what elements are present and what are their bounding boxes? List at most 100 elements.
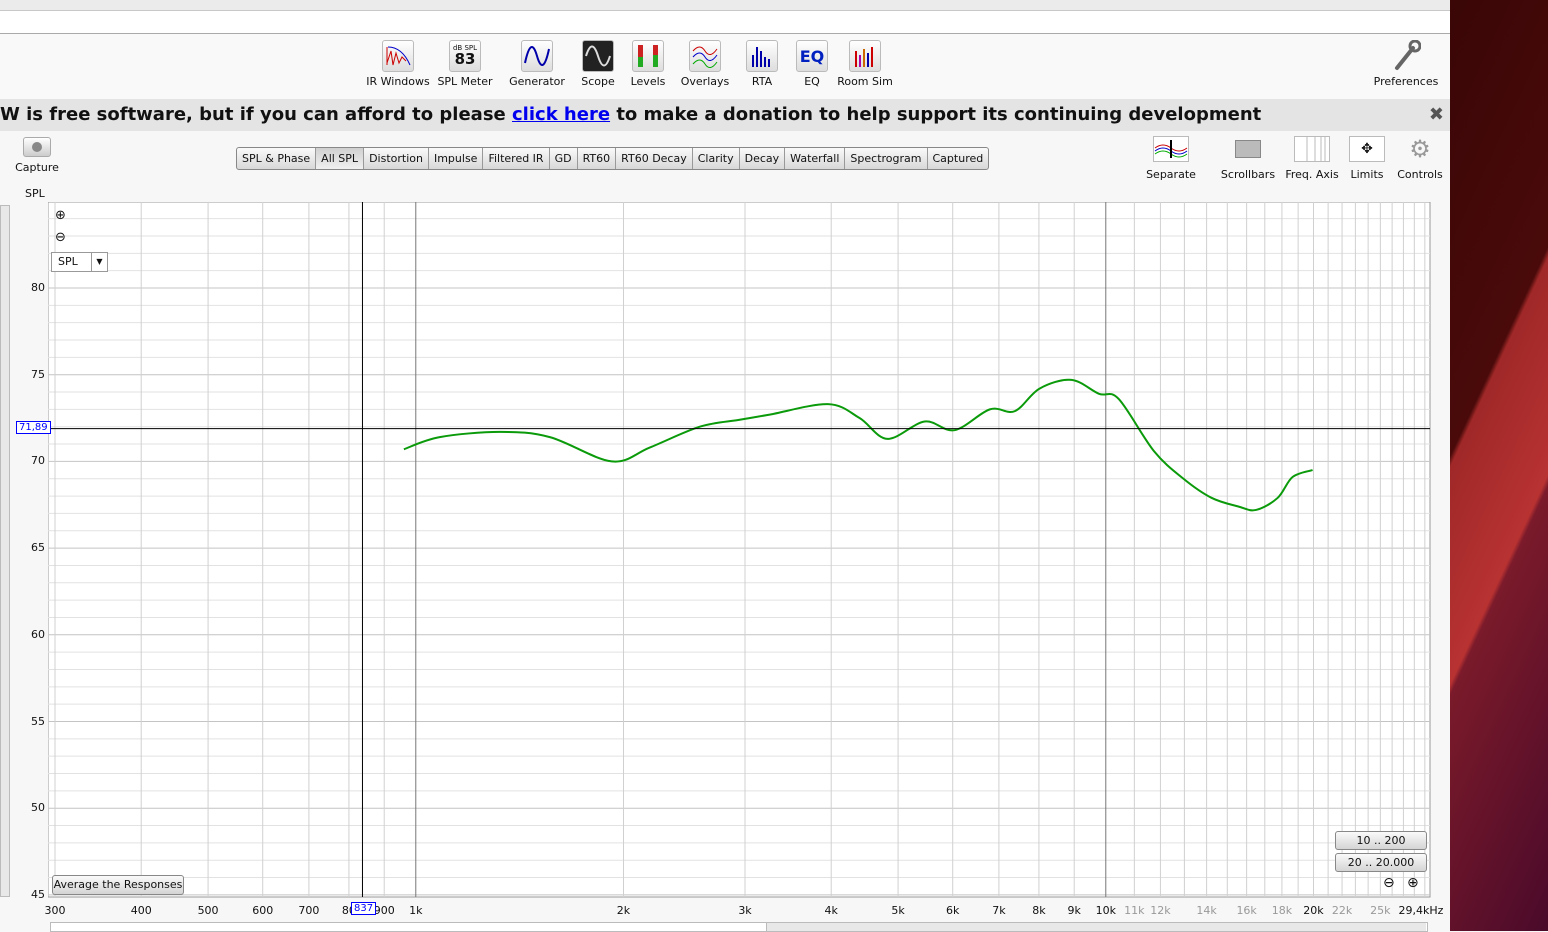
generator-button[interactable]: Generator — [506, 40, 568, 88]
eq-icon: EQ — [796, 40, 828, 72]
x-tick-label: 5k — [891, 904, 905, 917]
y-tick-label: 70 — [31, 454, 45, 468]
x-tick-label: 11k — [1124, 904, 1145, 917]
camera-icon — [23, 137, 51, 157]
tab-distortion[interactable]: Distortion — [364, 148, 429, 169]
y-tick-label: 60 — [31, 627, 45, 641]
x-tick-label: 3k — [738, 904, 752, 917]
range-20-20000-button[interactable]: 20 .. 20.000 — [1335, 853, 1427, 872]
x-tick-label: 22k — [1331, 904, 1353, 917]
y-tick-label: 75 — [31, 367, 45, 381]
tab-spectrogram[interactable]: Spectrogram — [845, 148, 928, 169]
separate-icon — [1153, 136, 1189, 162]
average-responses-button[interactable]: Average the Responses — [52, 875, 184, 895]
tab-rt60[interactable]: RT60 — [578, 148, 617, 169]
levels-icon — [632, 40, 664, 72]
x-tick-label: 9k — [1067, 904, 1081, 917]
x-tick-label: 4k — [824, 904, 838, 917]
close-banner-icon[interactable]: ✖ — [1429, 99, 1444, 131]
limits-icon: ✥ — [1349, 136, 1385, 162]
tab-all-spl[interactable]: All SPL — [316, 148, 365, 169]
main-toolbar: IR Windows dB SPL 83 SPL Meter Generator … — [0, 34, 1450, 99]
chevron-down-icon: ▼ — [91, 253, 107, 271]
rta-button[interactable]: RTA — [742, 40, 782, 88]
freq-axis-button[interactable]: Freq. Axis — [1284, 136, 1340, 181]
tab-decay[interactable]: Decay — [740, 148, 786, 169]
x-tick-label: 20k — [1303, 904, 1324, 917]
tab-captured[interactable]: Captured — [928, 148, 989, 169]
wrench-icon — [1390, 40, 1422, 72]
range-10-200-button[interactable]: 10 .. 200 — [1335, 831, 1427, 850]
graph-panel: 45 50 55 60 65 70 75 80 300 400 500 600 700 80 900 1k 2… — [0, 201, 1450, 932]
x-tick-label: 400 — [130, 904, 152, 917]
rta-icon — [746, 40, 778, 72]
tab-spl-phase[interactable]: SPL & Phase — [237, 148, 317, 169]
cursor-x-readout: 837 — [351, 902, 377, 915]
scope-icon — [582, 40, 614, 72]
ir-windows-button[interactable]: IR Windows — [366, 40, 430, 88]
tab-filtered-ir[interactable]: Filtered IR — [483, 148, 550, 169]
trace-select-dropdown[interactable]: SPL ▼ — [51, 252, 108, 272]
y-tick-label: 50 — [31, 801, 45, 815]
room-sim-button[interactable]: Room Sim — [836, 40, 894, 88]
zoom-in-x-icon[interactable]: ⊕ — [1407, 875, 1419, 891]
y-tick-label: 45 — [31, 887, 45, 901]
x-tick-label: 25k — [1370, 904, 1391, 917]
x-tick-label: 600 — [252, 904, 274, 917]
y-tick-label: 55 — [31, 714, 45, 728]
donation-banner: W is free software, but if you can affor… — [0, 99, 1450, 131]
scope-button[interactable]: Scope — [578, 40, 618, 88]
x-tick-label: 29,4kHz — [1398, 904, 1444, 917]
scrollbars-button[interactable]: Scrollbars — [1218, 136, 1278, 181]
vertical-scrollbar[interactable] — [0, 205, 10, 897]
x-tick-label: 2k — [616, 904, 631, 917]
x-tick-label: 700 — [298, 904, 320, 917]
tab-impulse[interactable]: Impulse — [429, 148, 484, 169]
limits-button[interactable]: ✥ Limits — [1346, 136, 1388, 181]
x-tick-label: 14k — [1196, 904, 1217, 917]
x-tick-label: 18k — [1271, 904, 1293, 917]
plot-background — [48, 202, 1431, 898]
tab-clarity[interactable]: Clarity — [693, 148, 740, 169]
ir-windows-icon — [382, 40, 414, 72]
graph-toolbar: Capture SPL & Phase All SPL Distortion Impu… — [0, 131, 1450, 201]
x-tick-label: 500 — [197, 904, 219, 917]
title-bar — [0, 0, 1450, 11]
x-tick-label: 7k — [992, 904, 1006, 917]
spl-meter-button[interactable]: dB SPL 83 SPL Meter — [436, 40, 494, 88]
desktop-background — [1450, 0, 1548, 931]
separate-button[interactable]: Separate — [1144, 136, 1198, 181]
zoom-out-icon[interactable]: ⊖ — [55, 230, 66, 245]
freq-axis-icon — [1294, 136, 1330, 162]
x-tick-label: 1k — [409, 904, 423, 917]
x-tick-label: 900 — [373, 904, 395, 917]
x-tick-label: 16k — [1236, 904, 1257, 917]
x-tick-label: 10k — [1095, 904, 1116, 917]
spl-meter-icon: dB SPL 83 — [449, 40, 481, 72]
x-tick-label: 300 — [44, 904, 66, 917]
y-tick-label: 65 — [31, 541, 45, 555]
donation-link[interactable]: click here — [512, 104, 610, 125]
tab-waterfall[interactable]: Waterfall — [785, 148, 846, 169]
cursor-y-readout: 71,89 — [16, 421, 51, 434]
capture-button[interactable]: Capture — [12, 137, 62, 174]
menu-bar — [0, 11, 1450, 34]
graph-tabs: SPL & Phase All SPL Distortion Impulse Filte… — [236, 147, 990, 170]
controls-button[interactable]: ⚙ Controls — [1394, 135, 1446, 181]
y-unit-label: SPL — [25, 187, 45, 200]
room-sim-icon — [849, 40, 881, 72]
preferences-button[interactable]: Preferences — [1372, 40, 1440, 88]
x-tick-label: 12k — [1150, 904, 1171, 917]
tab-gd[interactable]: GD — [550, 148, 578, 169]
zoom-out-x-icon[interactable]: ⊖ — [1383, 875, 1395, 891]
sine-wave-icon — [521, 40, 553, 72]
overlays-button[interactable]: Overlays — [680, 40, 730, 88]
spl-plot[interactable] — [48, 202, 1432, 899]
eq-button[interactable]: EQ EQ — [792, 40, 832, 88]
levels-button[interactable]: Levels — [628, 40, 668, 88]
tab-rt60-decay[interactable]: RT60 Decay — [616, 148, 693, 169]
x-tick-label: 6k — [946, 904, 960, 917]
scrollbars-icon — [1230, 136, 1266, 162]
zoom-in-icon[interactable]: ⊕ — [55, 208, 66, 223]
x-tick-label: 8k — [1032, 904, 1046, 917]
